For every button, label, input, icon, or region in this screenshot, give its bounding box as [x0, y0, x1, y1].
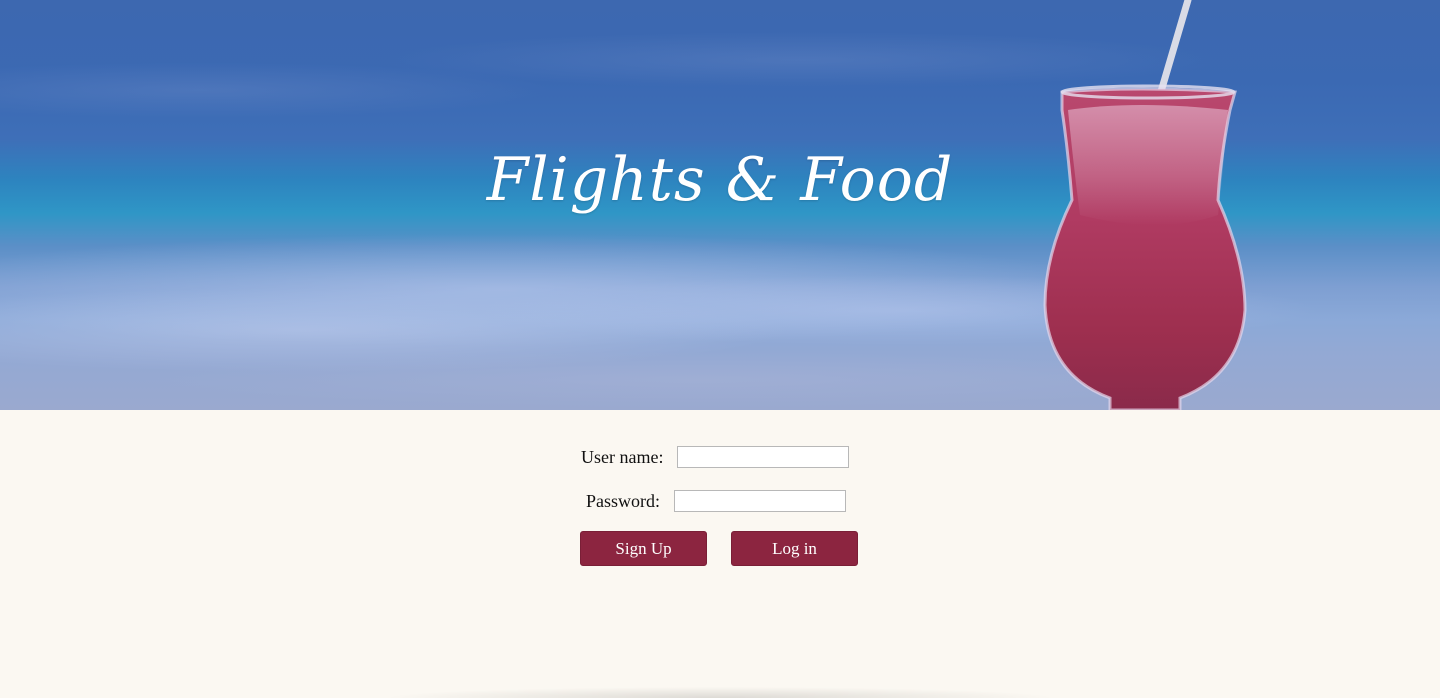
username-input[interactable]	[677, 446, 850, 468]
password-row: Password:	[586, 490, 847, 512]
password-label: Password:	[586, 490, 661, 511]
username-row: User name:	[581, 446, 850, 468]
password-input[interactable]	[674, 490, 847, 512]
site-title: Flights & Food	[486, 145, 954, 215]
sign-up-button[interactable]: Sign Up	[580, 531, 707, 566]
bottom-panel-shadow	[240, 668, 1200, 698]
login-form: User name: Password: Sign Up Log in	[0, 410, 1440, 683]
hero-banner: Flights & Food	[0, 0, 1440, 410]
log-in-button[interactable]: Log in	[731, 531, 858, 566]
username-label: User name:	[581, 446, 664, 467]
